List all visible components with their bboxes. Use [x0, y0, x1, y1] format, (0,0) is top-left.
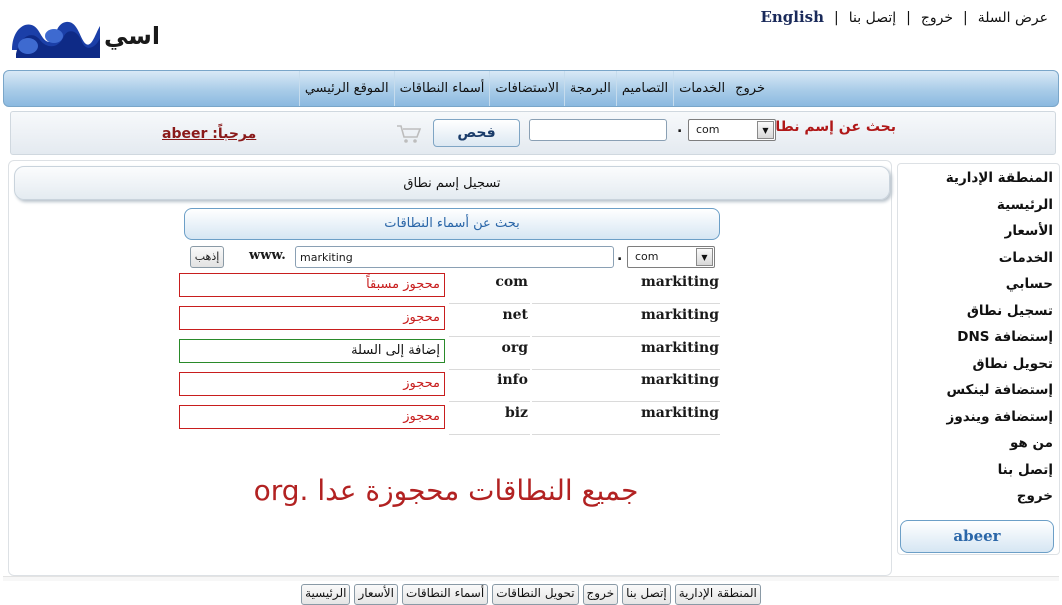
separator: | [963, 10, 968, 26]
sidebar-item-register-domain[interactable]: تسجيل نطاق [946, 303, 1053, 330]
www-label: www. [249, 248, 286, 263]
footer-link-transfer[interactable]: تحويل النطاقات [492, 584, 579, 605]
separator: | [906, 10, 911, 26]
domain-name-input[interactable]: markiting [295, 246, 614, 268]
tld-select-value: com [635, 250, 659, 263]
result-domain-name: markiting [532, 405, 720, 435]
sidebar-item-whois[interactable]: من هو [946, 435, 1053, 462]
footer-link-home[interactable]: الرئيسية [301, 584, 351, 605]
nav-item-domains[interactable]: أسماء النطاقات [393, 71, 490, 106]
search-label: بحث عن إسم نطاق [762, 119, 896, 135]
tld-select[interactable]: com ▼ [627, 246, 715, 268]
sidebar-item-my-account[interactable]: حسابي [946, 276, 1053, 303]
add-to-cart-button[interactable]: إضافة إلى السلة [179, 339, 445, 363]
sidebar-item-linux-hosting[interactable]: إستضافة لينكس [946, 382, 1053, 409]
result-status-reserved: محجوز [179, 306, 445, 330]
chevron-down-icon: ▼ [696, 248, 713, 266]
english-link[interactable]: English [760, 8, 824, 26]
footer-link-contact[interactable]: إتصل بنا [622, 584, 671, 605]
dot-label: . [677, 120, 683, 136]
footer-link-logout[interactable]: خروج [582, 584, 619, 605]
sidebar-item-contact[interactable]: إتصل بنا [946, 462, 1053, 489]
sidebar-username: abeer [900, 520, 1054, 553]
top-links: عرض السلة | خروج | إتصل بنا | English [760, 8, 1048, 26]
sidebar-item-windows-hosting[interactable]: إستضافة ويندوز [946, 409, 1053, 436]
section-title: تسجيل إسم نطاق [403, 176, 501, 191]
section-header: تسجيل إسم نطاق [14, 166, 890, 200]
tld-select-value: com [696, 123, 720, 136]
nav-item-designs[interactable]: التصاميم [615, 71, 673, 106]
nav-item-hosting[interactable]: الاستضافات [489, 71, 564, 106]
chevron-down-icon: ▼ [757, 121, 774, 139]
result-tld: net [449, 307, 530, 337]
logout-link[interactable]: خروج [921, 10, 953, 26]
main-nav: الموقع الرئيسي أسماء النطاقات الاستضافات… [3, 70, 1059, 107]
result-tld: info [449, 372, 530, 402]
nav-item-home[interactable]: الموقع الرئيسي [298, 71, 394, 106]
sidebar-item-prices[interactable]: الأسعار [946, 223, 1053, 250]
footer-nav: الرئيسية الأسعار أسماء النطاقات تحويل ال… [0, 584, 1062, 605]
result-status-reserved: محجوز [179, 372, 445, 396]
nav-item-services[interactable]: الخدمات [673, 71, 730, 106]
domain-search-title: بحث عن أسماء النطاقات [184, 208, 720, 240]
footer-divider [3, 576, 1059, 581]
logo-text: رواسي [104, 22, 158, 50]
sidebar-item-services[interactable]: الخدمات [946, 250, 1053, 277]
sidebar-item-dns-hosting[interactable]: إستضافة DNS [946, 329, 1053, 356]
footer-link-admin-area[interactable]: المنطقة الإدارية [674, 584, 761, 605]
dot-label: . [617, 248, 623, 264]
result-domain-name: markiting [532, 372, 720, 402]
check-button[interactable]: فحص [433, 119, 520, 147]
footer-link-domains[interactable]: أسماء النطاقات [401, 584, 489, 605]
sidebar-item-home[interactable]: الرئيسية [946, 197, 1053, 224]
cart-icon[interactable] [396, 124, 422, 144]
logo-graphic: رواسي [12, 21, 189, 58]
result-domain-name: markiting [532, 274, 720, 304]
result-domain-name: markiting [532, 340, 720, 370]
view-cart-link[interactable]: عرض السلة [978, 10, 1048, 26]
nav-item-programming[interactable]: البرمجة [563, 71, 616, 106]
site-logo[interactable]: رواسي [8, 6, 189, 61]
result-status-reserved: محجوز [179, 405, 445, 429]
sidebar-item-transfer-domain[interactable]: تحويل نطاق [946, 356, 1053, 383]
sidebar: المنطقة الإدارية الرئيسية الأسعار الخدما… [897, 163, 1060, 555]
sidebar-item-logout[interactable]: خروج [946, 488, 1053, 515]
result-tld: biz [449, 405, 530, 435]
tld-select[interactable]: com ▼ [688, 119, 776, 141]
nav-item-logout[interactable]: خروج [730, 71, 770, 106]
contact-link[interactable]: إتصل بنا [849, 10, 896, 26]
result-domain-name: markiting [532, 307, 720, 337]
go-button[interactable]: إذهب [190, 246, 224, 268]
footer-link-prices[interactable]: الأسعار [354, 584, 398, 605]
sidebar-item-admin-area[interactable]: المنطقة الإدارية [946, 170, 1053, 197]
separator: | [834, 10, 839, 26]
result-tld: org [449, 340, 530, 370]
availability-note: جميع النطاقات محجوزة عدا .org [253, 474, 639, 507]
domain-search-input[interactable] [529, 119, 667, 141]
main-nav-items: الموقع الرئيسي أسماء النطاقات الاستضافات… [298, 71, 770, 106]
sidebar-list: المنطقة الإدارية الرئيسية الأسعار الخدما… [946, 170, 1053, 515]
result-status-reserved: محجوز مسبقاً [179, 273, 445, 297]
welcome-text: مرحباً: abeer [162, 126, 257, 142]
result-tld: com [449, 274, 530, 304]
